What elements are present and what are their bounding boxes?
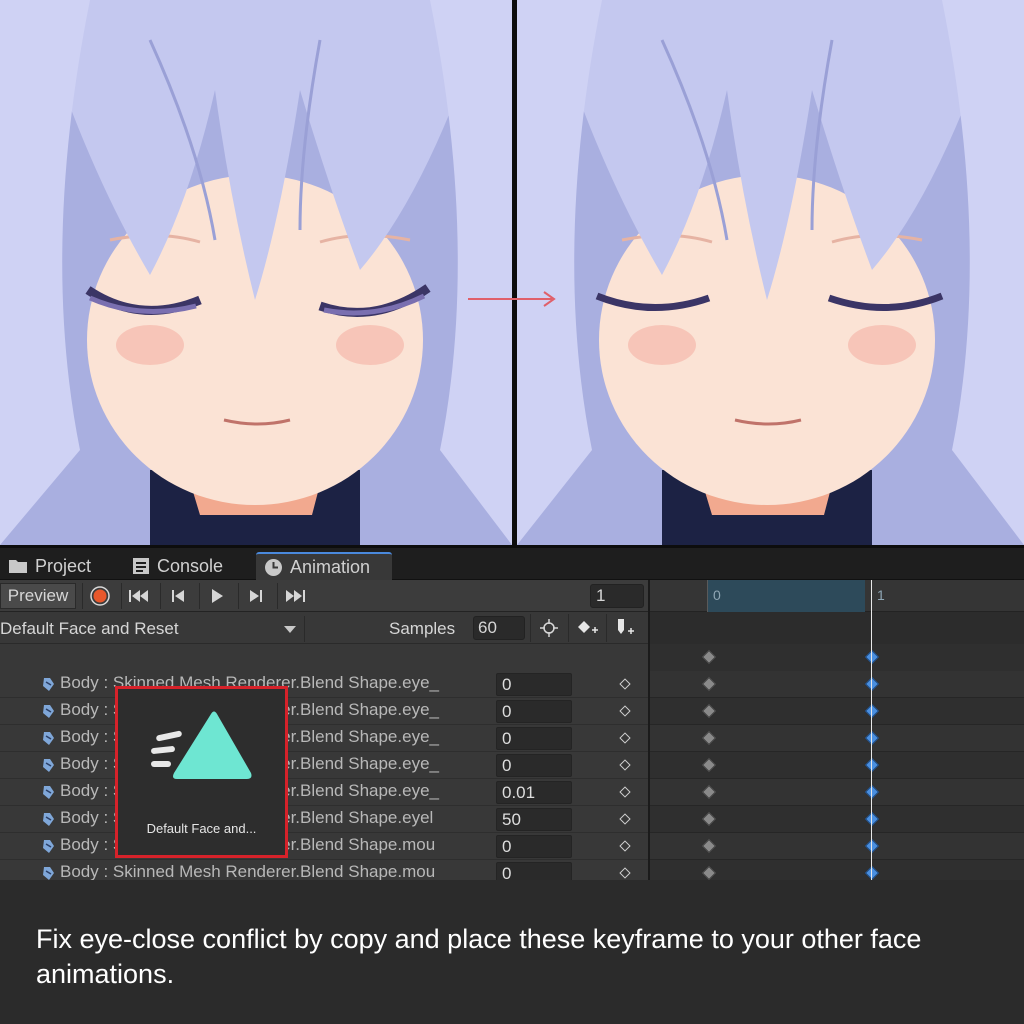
- keyframe-toggle-icon[interactable]: [619, 705, 631, 717]
- property-value-field[interactable]: 0: [496, 862, 572, 880]
- samples-field[interactable]: 60: [473, 616, 525, 640]
- editor-tab-bar: Project Console Animation: [0, 548, 1024, 580]
- clip-selector-dropdown[interactable]: Default Face and Reset: [0, 616, 305, 642]
- property-row[interactable]: Body : Skinned Mesh Renderer.Blend Shape…: [0, 779, 648, 806]
- skinned-mesh-icon: [43, 813, 54, 826]
- crosshair-icon: [539, 619, 558, 637]
- skinned-mesh-icon: [43, 840, 54, 853]
- play-button[interactable]: [199, 583, 233, 609]
- add-keyframe-button[interactable]: [568, 614, 604, 642]
- ruler-label: 0: [713, 587, 721, 603]
- property-row[interactable]: Body : Skinned Mesh Renderer.Blend Shape…: [0, 752, 648, 779]
- ruler-label: 1: [877, 587, 885, 603]
- add-keyframe-icon: [577, 621, 598, 633]
- record-icon: [89, 586, 110, 606]
- property-row[interactable]: Body : Skinned Mesh Renderer.Blend Shape…: [0, 671, 648, 698]
- folder-icon: [9, 560, 27, 573]
- keyframe-toggle-icon[interactable]: [619, 786, 631, 798]
- time-ruler[interactable]: 0 1: [650, 580, 1024, 612]
- property-value-field[interactable]: 50: [496, 808, 572, 831]
- previous-keyframe-button[interactable]: [160, 583, 194, 609]
- property-value-field[interactable]: 0: [496, 754, 572, 777]
- keyframe-toggle-icon[interactable]: [619, 840, 631, 852]
- ruler-tick: [707, 580, 708, 612]
- skip-to-start-icon: [128, 590, 148, 602]
- caption-panel: Fix eye-close conflict by copy and place…: [0, 880, 1024, 1024]
- first-keyframe-button[interactable]: [121, 583, 155, 609]
- before-face-image: [0, 0, 512, 545]
- right-arrow-icon: [468, 291, 556, 307]
- tab-project[interactable]: Project: [0, 552, 99, 580]
- skip-to-end-icon: [285, 590, 305, 602]
- skinned-mesh-icon: [43, 786, 54, 799]
- property-row[interactable]: Body : Skinned Mesh Renderer.Blend Shape…: [0, 860, 648, 880]
- animation-clip-icon: [151, 711, 252, 779]
- property-pane: Preview 1 Default Face and Reset Samples…: [0, 580, 648, 880]
- step-forward-icon: [249, 590, 262, 602]
- clip-bar: Default Face and Reset Samples 60: [0, 612, 648, 644]
- keyframe-toggle-icon[interactable]: [619, 813, 631, 825]
- skinned-mesh-icon: [43, 867, 54, 880]
- caption-text: Fix eye-close conflict by copy and place…: [36, 924, 922, 989]
- property-label: Body : Skinned Mesh Renderer.Blend Shape…: [60, 862, 436, 880]
- comparison-images: [0, 0, 1024, 548]
- clip-name: Default Face and Reset: [0, 619, 179, 638]
- ruler-selection: [707, 580, 865, 612]
- last-keyframe-button[interactable]: [277, 583, 311, 609]
- tab-console[interactable]: Console: [124, 552, 231, 580]
- samples-label: Samples: [389, 619, 456, 638]
- console-icon: [133, 558, 149, 574]
- property-row[interactable]: Body : Skinned Mesh Renderer.Blend Shape…: [0, 725, 648, 752]
- property-row[interactable]: Body : Skinned Mesh Renderer.Blend Shape…: [0, 833, 648, 860]
- summary-keyframe[interactable]: [701, 649, 717, 665]
- tab-console-label: Console: [157, 555, 224, 576]
- property-value-field[interactable]: 0: [496, 673, 572, 696]
- chevron-down-icon: [284, 626, 296, 633]
- clock-icon: [265, 558, 282, 576]
- keyframe-toggle-icon[interactable]: [619, 867, 631, 879]
- play-icon: [211, 589, 223, 603]
- current-frame-field[interactable]: 1: [590, 584, 644, 608]
- property-value-field[interactable]: 0: [496, 835, 572, 858]
- property-row[interactable]: Body : Skinned Mesh Renderer.Blend Shape…: [0, 698, 648, 725]
- after-face-image: [517, 0, 1024, 545]
- skinned-mesh-icon: [43, 705, 54, 718]
- playback-toolbar: Preview 1: [0, 580, 648, 612]
- keyframe-toggle-icon[interactable]: [619, 678, 631, 690]
- thumbnail-label: Default Face and...: [146, 821, 257, 836]
- summary-band: [650, 612, 1024, 644]
- add-event-button[interactable]: [606, 614, 642, 642]
- skinned-mesh-icon: [43, 678, 54, 691]
- skinned-mesh-icon: [43, 732, 54, 745]
- preview-button[interactable]: Preview: [0, 583, 76, 609]
- animation-clip-thumbnail[interactable]: Default Face and...: [115, 686, 288, 858]
- snap-button[interactable]: [530, 614, 566, 642]
- keyframe-toggle-icon[interactable]: [619, 759, 631, 771]
- property-list: Body : Skinned Mesh Renderer.Blend Shape…: [0, 671, 648, 880]
- tab-animation[interactable]: Animation: [256, 552, 393, 580]
- property-value-field[interactable]: 0: [496, 727, 572, 750]
- dopesheet-timeline[interactable]: 0 1: [650, 580, 1024, 880]
- skinned-mesh-icon: [43, 759, 54, 772]
- property-value-field[interactable]: 0: [496, 700, 572, 723]
- tab-project-label: Project: [35, 555, 92, 576]
- next-keyframe-button[interactable]: [238, 583, 272, 609]
- add-event-icon: [617, 619, 634, 634]
- property-row[interactable]: Body : Skinned Mesh Renderer.Blend Shape…: [0, 806, 648, 833]
- step-back-icon: [171, 590, 184, 602]
- property-value-field[interactable]: 0.01: [496, 781, 572, 804]
- tab-animation-label: Animation: [290, 556, 371, 577]
- summary-keyframe-selected[interactable]: [864, 649, 880, 665]
- playhead[interactable]: [871, 580, 872, 880]
- keyframe-toggle-icon[interactable]: [619, 732, 631, 744]
- record-button[interactable]: [82, 583, 116, 609]
